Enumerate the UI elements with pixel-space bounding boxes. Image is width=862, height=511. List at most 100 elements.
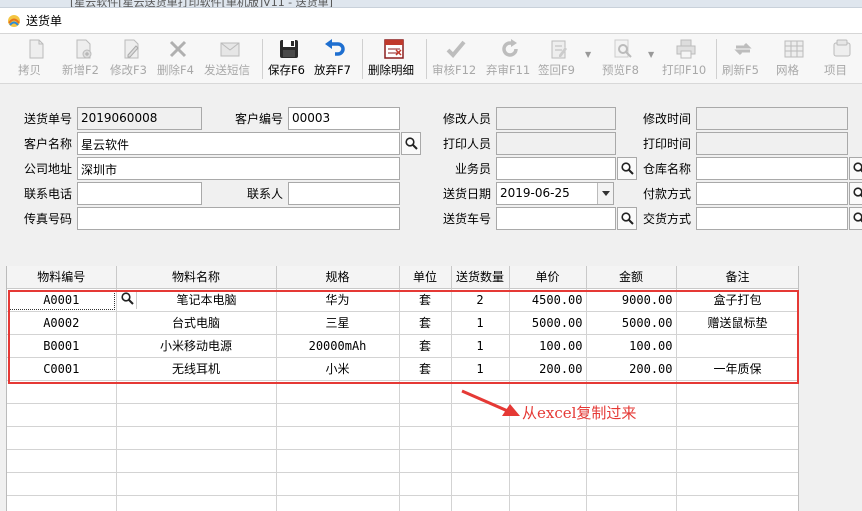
- preview-button[interactable]: 预览F8: [602, 37, 644, 81]
- delete-button[interactable]: 删除F4: [157, 37, 199, 81]
- empty-row[interactable]: [7, 380, 800, 404]
- preview-dropdown-icon[interactable]: ▼: [648, 50, 654, 59]
- cell-spec[interactable]: 小米: [276, 357, 400, 381]
- delivery-date-combo[interactable]: 2019-06-25: [496, 182, 614, 205]
- project-button[interactable]: 项目: [824, 37, 860, 81]
- delivery-date-label: 送货日期: [443, 187, 492, 201]
- column-header-remark[interactable]: 备注: [676, 266, 800, 289]
- cell-spec[interactable]: 三星: [276, 311, 400, 335]
- contact-field[interactable]: [288, 182, 400, 205]
- cell-spec[interactable]: 华为: [276, 288, 400, 312]
- cell-item-name[interactable]: 台式电脑: [116, 311, 277, 335]
- cell-item-no[interactable]: C0001: [7, 357, 117, 381]
- cell-spec[interactable]: 20000mAh: [276, 334, 400, 358]
- detail-grid[interactable]: 物料编号 物料名称 规格 单位 送货数量 单价 金额 备注 A0001 笔记本电…: [6, 266, 800, 511]
- empty-row[interactable]: [7, 472, 800, 496]
- cell-item-name[interactable]: 小米移动电源: [116, 334, 277, 358]
- empty-row[interactable]: [7, 426, 800, 450]
- table-row[interactable]: A0002 台式电脑 三星 套 1 5000.00 5000.00 赠送鼠标垫: [7, 311, 800, 335]
- sign-back-label: 签回F9: [538, 63, 575, 77]
- table-row[interactable]: A0001 笔记本电脑 华为 套 2 4500.00 9000.00 盒子打包: [7, 288, 800, 312]
- cell-unit[interactable]: 套: [399, 357, 452, 381]
- salesperson-lookup-button[interactable]: [617, 157, 637, 180]
- cell-quantity[interactable]: 1: [451, 357, 510, 381]
- column-header-quantity[interactable]: 送货数量: [451, 266, 510, 289]
- sign-back-dropdown-icon[interactable]: ▼: [585, 50, 591, 59]
- cell-remark[interactable]: 盒子打包: [676, 288, 800, 312]
- salesperson-field[interactable]: [496, 157, 616, 180]
- cell-quantity[interactable]: 2: [451, 288, 510, 312]
- column-header-item-no[interactable]: 物料编号: [7, 266, 117, 289]
- cell-unit-price[interactable]: 5000.00: [509, 311, 587, 335]
- send-sms-button[interactable]: 发送短信: [204, 37, 256, 81]
- empty-row[interactable]: [7, 495, 800, 511]
- cell-quantity[interactable]: 1: [451, 311, 510, 335]
- item-lookup-button[interactable]: [119, 291, 137, 309]
- warehouse-field[interactable]: [696, 157, 848, 180]
- cell-item-name[interactable]: 笔记本电脑: [116, 288, 277, 312]
- table-row[interactable]: C0001 无线耳机 小米 套 1 200.00 200.00 一年质保: [7, 357, 800, 381]
- cell-unit-price[interactable]: 100.00: [509, 334, 587, 358]
- cell-item-no[interactable]: A0001: [7, 288, 117, 312]
- payment-label: 付款方式: [643, 187, 692, 201]
- empty-row[interactable]: [7, 403, 800, 427]
- cell-quantity[interactable]: 1: [451, 334, 510, 358]
- vehicle-no-field[interactable]: [496, 207, 616, 230]
- cell-unit-price[interactable]: 4500.00: [509, 288, 587, 312]
- cell-item-name[interactable]: 无线耳机: [116, 357, 277, 381]
- table-row[interactable]: B0001 小米移动电源 20000mAh 套 1 100.00 100.00: [7, 334, 800, 358]
- cell-remark[interactable]: [676, 334, 800, 358]
- column-header-amount[interactable]: 金额: [586, 266, 677, 289]
- delete-detail-button[interactable]: 删除明细: [368, 37, 420, 81]
- column-header-unit-price[interactable]: 单价: [509, 266, 587, 289]
- phone-field[interactable]: [77, 182, 202, 205]
- delivery-date-value: 2019-06-25: [500, 186, 570, 200]
- cell-item-no[interactable]: A0002: [7, 311, 117, 335]
- chevron-down-icon[interactable]: [597, 183, 613, 204]
- refresh-arrow-icon: [502, 39, 518, 57]
- discard-button[interactable]: 放弃F7: [314, 37, 356, 81]
- delivery-method-field[interactable]: [696, 207, 848, 230]
- print-label: 打印F10: [662, 63, 707, 77]
- grid-button[interactable]: 网格: [776, 37, 812, 81]
- company-address-field[interactable]: 深圳市: [77, 157, 400, 180]
- cell-amount[interactable]: 5000.00: [586, 311, 677, 335]
- cell-unit[interactable]: 套: [399, 288, 452, 312]
- warehouse-lookup-button[interactable]: [849, 157, 862, 180]
- fax-field[interactable]: [77, 207, 400, 230]
- add-button[interactable]: 新增F2: [62, 37, 104, 81]
- delivery-method-lookup-button[interactable]: [849, 207, 862, 230]
- column-header-spec[interactable]: 规格: [276, 266, 400, 289]
- fax-label: 传真号码: [24, 212, 73, 226]
- cell-amount[interactable]: 100.00: [586, 334, 677, 358]
- save-button[interactable]: 保存F6: [268, 37, 310, 81]
- cell-amount[interactable]: 9000.00: [586, 288, 677, 312]
- toolbar-separator: [716, 39, 717, 79]
- order-no-field[interactable]: 2019060008: [77, 107, 202, 130]
- phone-label: 联系电话: [24, 187, 73, 201]
- cell-amount[interactable]: 200.00: [586, 357, 677, 381]
- column-header-item-name[interactable]: 物料名称: [116, 266, 277, 289]
- copy-button[interactable]: 拷贝: [18, 37, 54, 81]
- payment-field[interactable]: [696, 182, 848, 205]
- empty-row[interactable]: [7, 449, 800, 473]
- unapprove-button[interactable]: 弃审F11: [486, 37, 534, 81]
- payment-lookup-button[interactable]: [849, 182, 862, 205]
- approve-button[interactable]: 审核F12: [432, 37, 480, 81]
- cell-unit[interactable]: 套: [399, 334, 452, 358]
- customer-name-field[interactable]: 星云软件: [77, 132, 400, 155]
- cell-unit[interactable]: 套: [399, 311, 452, 335]
- refresh-button[interactable]: 刷新F5: [722, 37, 764, 81]
- cell-remark[interactable]: 赠送鼠标垫: [676, 311, 800, 335]
- edit-button[interactable]: 修改F3: [110, 37, 152, 81]
- cell-unit-price[interactable]: 200.00: [509, 357, 587, 381]
- cell-remark[interactable]: 一年质保: [676, 357, 800, 381]
- sign-back-button[interactable]: 签回F9: [538, 37, 580, 81]
- customer-no-field[interactable]: 00003: [288, 107, 400, 130]
- customer-lookup-button[interactable]: [401, 132, 421, 155]
- cell-focus-outline: [8, 289, 115, 310]
- vehicle-lookup-button[interactable]: [617, 207, 637, 230]
- column-header-unit[interactable]: 单位: [399, 266, 452, 289]
- print-button[interactable]: 打印F10: [662, 37, 710, 81]
- cell-item-no[interactable]: B0001: [7, 334, 117, 358]
